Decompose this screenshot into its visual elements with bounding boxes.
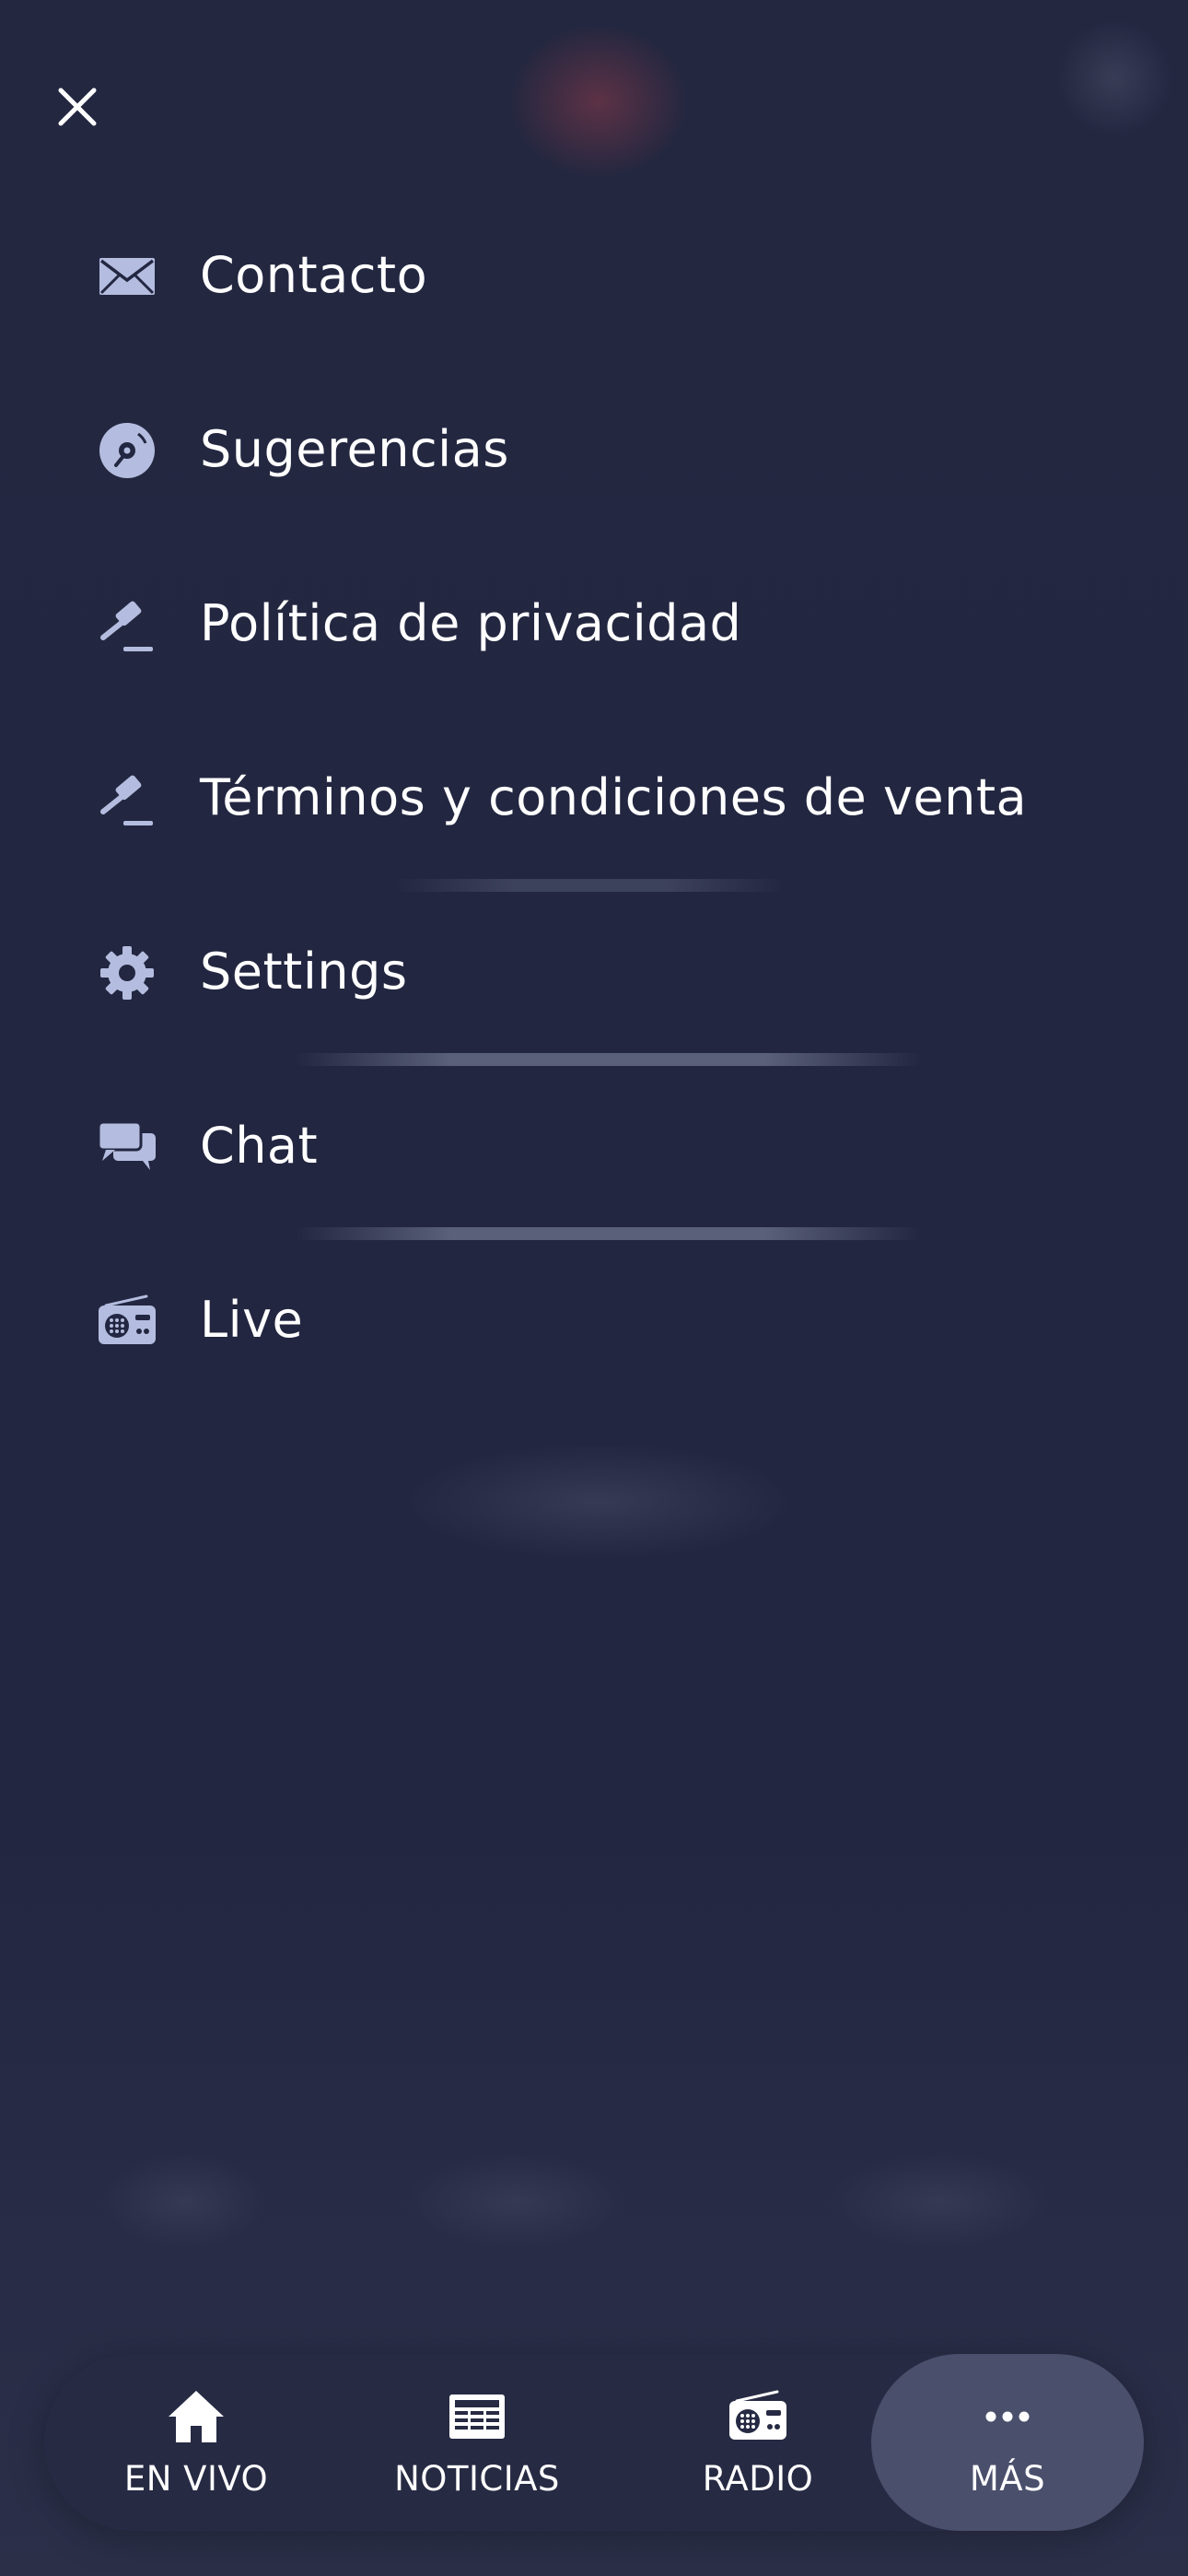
tab-label: NOTICIAS: [394, 2458, 560, 2499]
menu-item-contacto[interactable]: Contacto: [0, 189, 1188, 363]
close-icon: [58, 88, 97, 126]
menu-item-label: Contacto: [200, 245, 428, 304]
radio-icon: [726, 2387, 790, 2446]
tab-noticias[interactable]: NOTICIAS: [344, 2354, 611, 2531]
tab-label: EN VIVO: [123, 2458, 269, 2499]
gavel-icon: [97, 768, 157, 829]
gear-icon: [97, 943, 157, 1003]
menu-item-politica-privacidad[interactable]: Política de privacidad: [0, 537, 1188, 711]
menu-item-chat[interactable]: Chat: [0, 1060, 1188, 1240]
menu-item-sugerencias[interactable]: Sugerencias: [0, 363, 1188, 537]
newspaper-icon: [445, 2387, 509, 2446]
menu-item-terminos[interactable]: Términos y condiciones de venta: [0, 711, 1188, 892]
more-dots-icon: [975, 2387, 1040, 2446]
disc-icon: [97, 420, 157, 481]
menu-item-label: Chat: [200, 1116, 319, 1175]
menu-item-label: Términos y condiciones de venta: [200, 767, 1028, 826]
gavel-icon: [97, 594, 157, 655]
menu-item-label: Settings: [200, 942, 408, 1001]
close-button[interactable]: [44, 74, 111, 140]
chat-bubbles-icon: [97, 1117, 157, 1177]
background-haze: [0, 2064, 1188, 2359]
menu-item-settings[interactable]: Settings: [0, 885, 1188, 1066]
tab-label: RADIO: [702, 2458, 814, 2499]
menu-item-label: Sugerencias: [200, 419, 509, 478]
side-menu: Contacto Sugerencias Política de privaci…: [0, 189, 1188, 1408]
menu-item-live[interactable]: Live: [0, 1234, 1188, 1408]
radio-icon: [97, 1291, 157, 1352]
home-icon: [164, 2387, 228, 2446]
bottom-tab-bar: EN VIVO NOTICIAS RADIO MÁS: [44, 2354, 1144, 2531]
envelope-icon: [97, 246, 157, 307]
menu-item-label: Política de privacidad: [200, 593, 742, 652]
tab-label: MÁS: [969, 2458, 1046, 2499]
tab-radio[interactable]: RADIO: [634, 2354, 882, 2531]
tab-mas[interactable]: MÁS: [871, 2354, 1144, 2531]
menu-item-label: Live: [200, 1290, 304, 1349]
tab-en-vivo[interactable]: EN VIVO: [72, 2354, 320, 2531]
